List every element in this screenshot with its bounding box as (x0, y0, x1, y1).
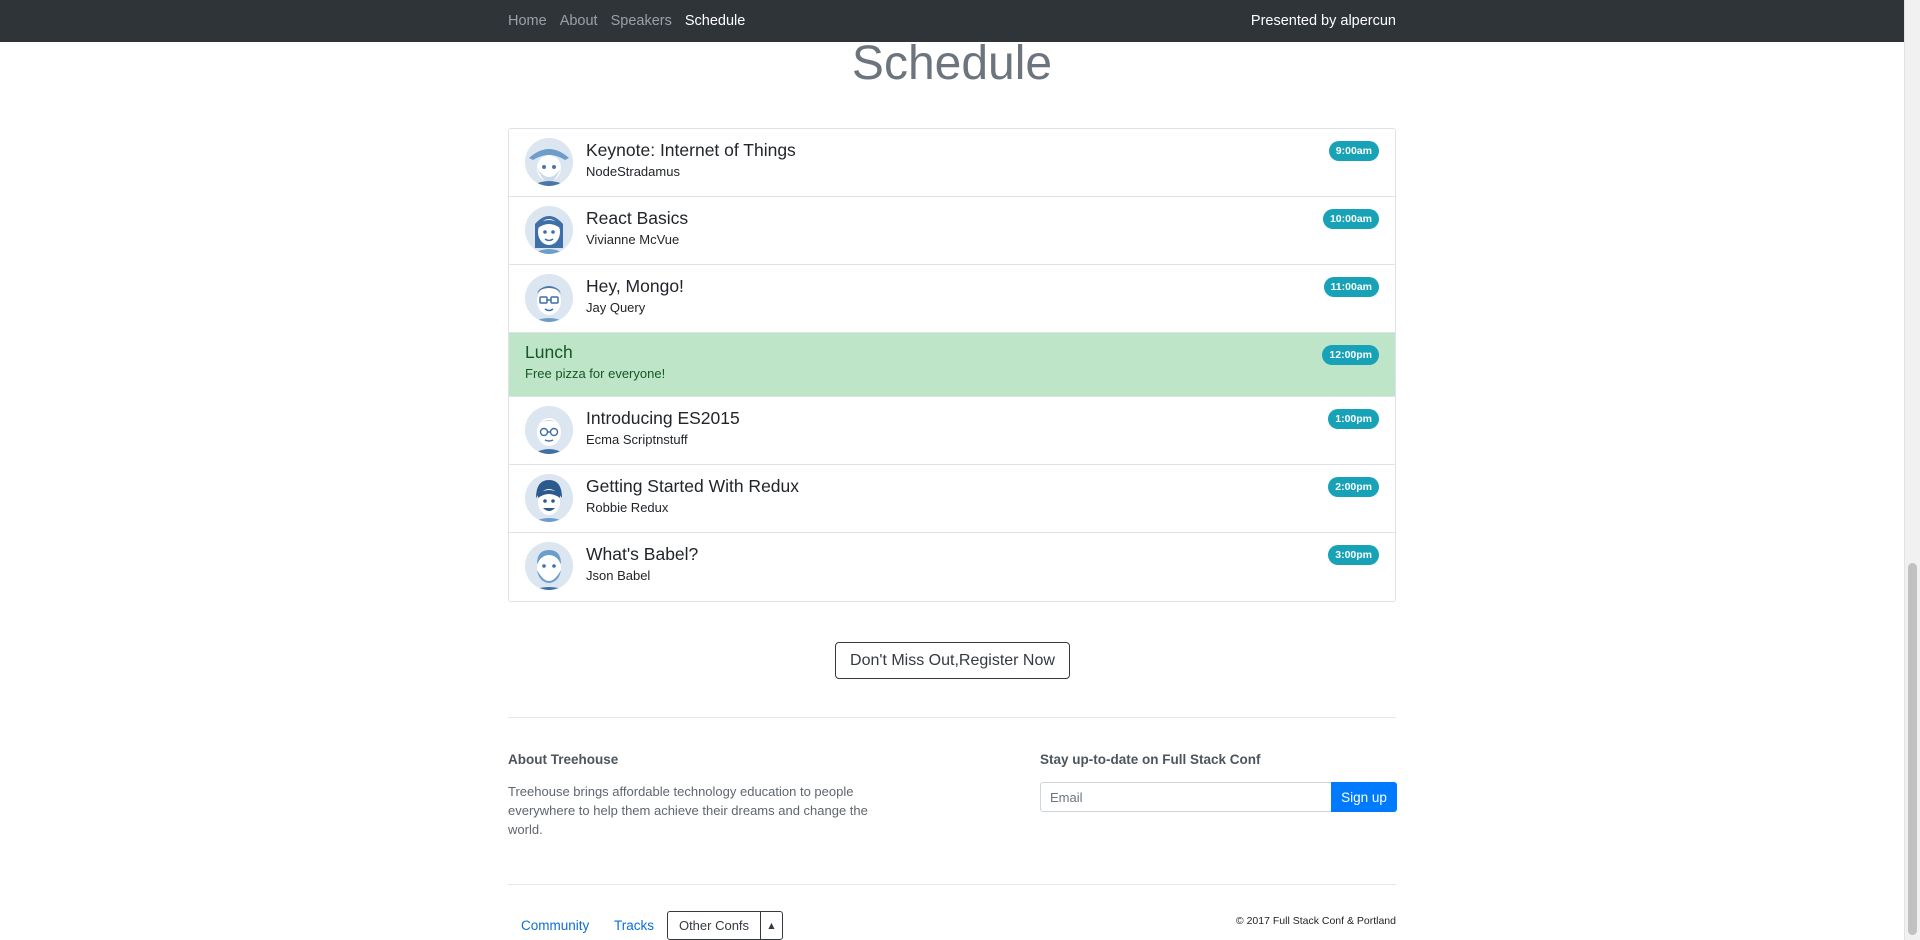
session-speaker: Robbie Redux (586, 500, 669, 515)
time-badge: 11:00am (1323, 277, 1379, 297)
session-title: Keynote: Internet of Things (586, 140, 796, 160)
schedule-row: Keynote: Internet of Things NodeStradamu… (509, 129, 1395, 197)
session-speaker: Json Babel (586, 568, 651, 583)
avatar-vivianne-icon (525, 206, 573, 254)
schedule-row: What's Babel? Json Babel 3:00pm (509, 533, 1395, 601)
avatar-jay-icon (525, 274, 573, 322)
signup-button[interactable]: Sign up (1331, 782, 1397, 812)
email-input[interactable] (1040, 782, 1332, 812)
footer-link-community[interactable]: Community (521, 918, 589, 933)
session-title: React Basics (586, 208, 689, 228)
about-heading: About Treehouse (508, 752, 619, 767)
session-title: Lunch (525, 342, 573, 362)
register-button[interactable]: Don't Miss Out,Register Now (835, 642, 1070, 679)
time-badge: 3:00pm (1328, 545, 1379, 565)
time-badge: 2:00pm (1328, 477, 1379, 497)
time-badge: 10:00am (1322, 209, 1379, 229)
footer-link-tracks[interactable]: Tracks (614, 918, 654, 933)
nav-link-home[interactable]: Home (508, 13, 547, 29)
avatar-json-icon (525, 542, 573, 590)
time-badge: 1:00pm (1328, 409, 1379, 429)
session-title: What's Babel? (586, 544, 699, 564)
copyright-text: © 2017 Full Stack Conf & Portland (1235, 915, 1396, 927)
page-title: Schedule (851, 37, 1053, 90)
footer-divider (508, 717, 1396, 718)
schedule-list: Keynote: Internet of Things NodeStradamu… (508, 128, 1396, 602)
nav-link-about[interactable]: About (560, 13, 598, 29)
page-scrollbar[interactable] (1904, 0, 1920, 940)
avatar-ecma-icon (525, 406, 573, 454)
session-title: Hey, Mongo! (586, 276, 684, 296)
schedule-row: Getting Started With Redux Robbie Redux … (509, 465, 1395, 533)
dropdown-caret-icon[interactable]: ▲ (760, 911, 783, 940)
session-description: Free pizza for everyone! (525, 366, 666, 381)
about-text: Treehouse brings affordable technology e… (508, 784, 868, 837)
newsletter-heading: Stay up-to-date on Full Stack Conf (1040, 752, 1261, 767)
footer-divider-bottom (508, 884, 1396, 885)
session-speaker: Ecma Scriptnstuff (586, 432, 688, 447)
avatar-nodestradamus-icon (525, 138, 573, 186)
time-badge: 9:00am (1328, 141, 1379, 161)
time-badge: 12:00pm (1322, 345, 1379, 365)
schedule-row: Introducing ES2015 Ecma Scriptnstuff 1:0… (509, 397, 1395, 465)
other-confs-button[interactable]: Other Confs (667, 911, 761, 940)
session-speaker: Jay Query (586, 300, 646, 315)
presented-by-text: Presented by alpercun (1250, 13, 1396, 29)
session-title: Introducing ES2015 (586, 408, 740, 428)
schedule-row-lunch: Lunch Free pizza for everyone! 12:00pm (509, 333, 1395, 397)
nav-link-schedule[interactable]: Schedule (685, 13, 745, 29)
session-speaker: NodeStradamus (586, 164, 680, 179)
schedule-row: Hey, Mongo! Jay Query 11:00am (509, 265, 1395, 333)
nav-links: Home About Speakers Schedule (508, 13, 758, 29)
scrollbar-thumb[interactable] (1908, 563, 1917, 935)
nav-link-speakers[interactable]: Speakers (611, 13, 672, 29)
session-speaker: Vivianne McVue (586, 232, 680, 247)
avatar-robbie-icon (525, 474, 573, 522)
schedule-row: React Basics Vivianne McVue 10:00am (509, 197, 1395, 265)
session-title: Getting Started With Redux (586, 476, 800, 496)
